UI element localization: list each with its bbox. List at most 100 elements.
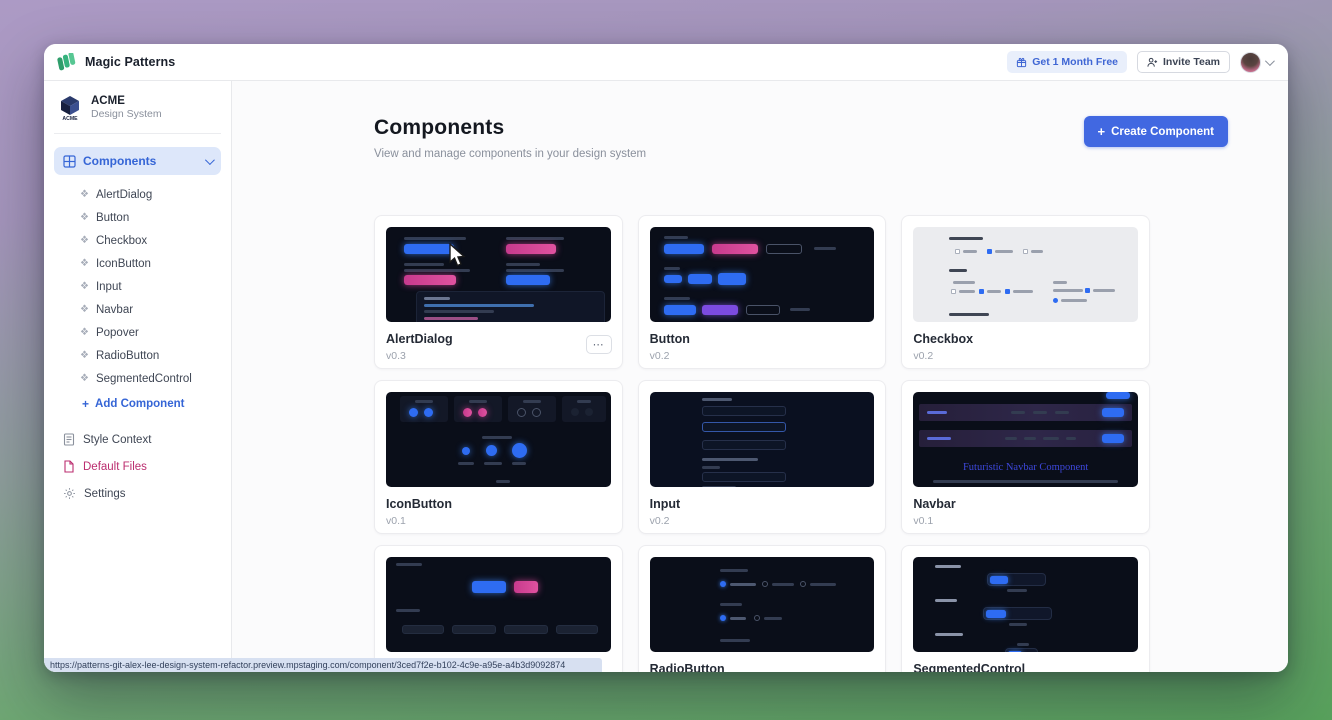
preview-button [504,625,548,634]
iconbutton-preview [386,392,611,487]
preview-caption [458,462,474,465]
preview-caption [949,269,967,272]
preview-caption [404,237,466,240]
preview-caption [1009,623,1027,626]
card-more-button[interactable]: ⋯ [586,335,612,354]
card-navbar[interactable]: Futuristic Navbar Component Navbar v0.1 [901,380,1150,534]
sidebar-item-label: IconButton [96,258,151,270]
preview-caption [1053,289,1083,292]
gear-icon [63,487,76,500]
preview-button [506,275,550,285]
preview-caption [1017,643,1029,646]
sidebar-item-button[interactable]: ❖Button [54,206,221,229]
workspace-switcher[interactable]: ACME ACME Design System [54,92,221,134]
app-window: Magic Patterns Get 1 Month Free [44,44,1288,672]
account-menu[interactable] [1240,52,1272,73]
preview-radio [720,615,726,621]
sidebar-item-label: Input [96,281,122,293]
preview-checkbox [979,289,984,294]
card-version: v0.1 [913,515,1138,527]
sidebar-item-input[interactable]: ❖Input [54,275,221,298]
user-plus-icon [1147,57,1158,68]
card-alertdialog[interactable]: AlertDialog v0.3 ⋯ [374,215,623,369]
preview-caption [1007,589,1027,592]
preview-caption [664,267,680,270]
sidebar-item-settings[interactable]: Settings [54,480,221,507]
card-segmentedcontrol[interactable]: SegmentedControl v0.2 [901,545,1150,672]
sidebar-item-segmentedcontrol[interactable]: ❖SegmentedControl [54,367,221,390]
preview-caption [702,458,758,461]
preview-caption [506,237,564,240]
preview-button [718,273,746,285]
sidebar-item-checkbox[interactable]: ❖Checkbox [54,229,221,252]
preview-caption [935,633,963,636]
preview-caption [987,290,1001,293]
sidebar-item-iconbutton[interactable]: ❖IconButton [54,252,221,275]
create-component-button[interactable]: + Create Component [1084,116,1228,147]
sidebar-item-components[interactable]: Components [54,147,221,175]
card-radiobutton[interactable]: RadioButton v0.1 [638,545,887,672]
preview-caption [664,297,690,300]
button-preview [650,227,875,322]
preview-caption [995,250,1013,253]
preview-checkbox [1053,298,1058,303]
checkbox-preview [913,227,1138,322]
preview-caption [512,462,526,465]
card-input[interactable]: Input v0.2 [638,380,887,534]
preview-caption [396,563,422,566]
create-component-label: Create Component [1111,126,1214,138]
radiobutton-preview [650,557,875,652]
preview-button [486,445,497,456]
preview-caption [720,603,742,606]
preview-segmented-control [983,607,1052,620]
preview-caption [949,237,983,240]
sidebar-item-popover[interactable]: ❖Popover [54,321,221,344]
preview-caption [935,565,961,568]
brand[interactable]: Magic Patterns [44,53,232,71]
preview-caption [720,639,750,642]
sidebar-item-alertdialog[interactable]: ❖AlertDialog [54,183,221,206]
sidebar-item-radiobutton[interactable]: ❖RadioButton [54,344,221,367]
preview-group [400,396,448,422]
preview-button [556,625,598,634]
preview-checkbox [1023,249,1028,254]
preview-checkbox [1005,289,1010,294]
preview-caption [959,290,975,293]
get-month-free-button[interactable]: Get 1 Month Free [1007,51,1127,73]
card-popover[interactable]: Popover v0.2 [374,545,623,672]
card-iconbutton[interactable]: IconButton v0.1 [374,380,623,534]
card-name: Button [650,332,875,346]
sidebar-item-style-context[interactable]: Style Context [54,426,221,453]
preview-checkbox [1085,288,1090,293]
sidebar-item-label: Popover [96,327,139,339]
sidebar-item-navbar[interactable]: ❖Navbar [54,298,221,321]
preview-caption [496,480,510,483]
sidebar-item-default-files[interactable]: Default Files [54,453,221,480]
card-button[interactable]: Button v0.2 [638,215,887,369]
status-url-text: https://patterns-git-alex-lee-design-sys… [50,660,565,670]
preview-button [404,275,456,285]
svg-text:ACME: ACME [62,116,78,121]
card-checkbox[interactable]: Checkbox v0.2 [901,215,1150,369]
preview-caption [764,617,782,620]
preview-caption [482,436,512,439]
acme-logo: ACME [57,94,83,121]
component-icon: ❖ [80,190,89,200]
card-version: v0.1 [386,515,611,527]
preview-button [462,447,470,455]
preview-checkbox [951,289,956,294]
file-icon [63,460,75,473]
sidebar-item-label: Components [83,154,156,168]
preview-navbar [919,404,1132,421]
alertdialog-preview [386,227,611,322]
preview-button [746,305,780,315]
component-icon: ❖ [80,213,89,223]
invite-team-button[interactable]: Invite Team [1137,51,1230,73]
card-name: Navbar [913,497,1138,511]
preview-caption [1053,281,1067,284]
preview-button [766,244,802,254]
add-component-button[interactable]: + Add Component [54,390,221,418]
card-version: v0.2 [913,350,1138,362]
preview-checkbox [987,249,992,254]
card-version: v0.3 [386,350,611,362]
